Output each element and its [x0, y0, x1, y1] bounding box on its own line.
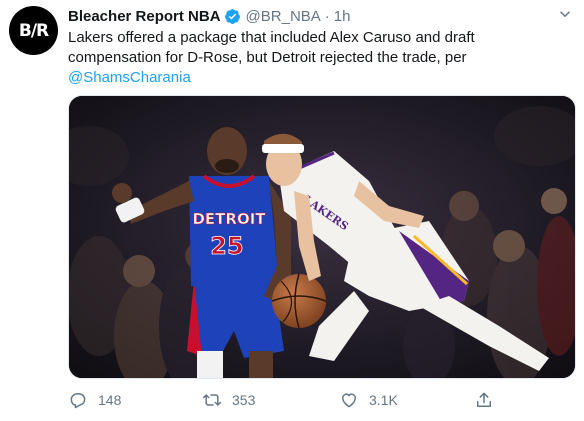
pistons-jersey-team: DETROIT: [192, 210, 266, 228]
retweet-button[interactable]: 353: [202, 390, 255, 410]
like-count: 3.1K: [369, 392, 398, 408]
share-button[interactable]: [474, 390, 494, 410]
pistons-jersey-number: 25: [210, 232, 243, 260]
header-separator: ·: [324, 7, 330, 25]
tweet-actions: 148 353 3.1K: [68, 388, 576, 412]
verified-badge-icon: [224, 8, 241, 25]
basketball-photo: DETROIT 25 LAKERS: [69, 96, 575, 378]
account-handle[interactable]: @BR_NBA: [246, 8, 321, 25]
tweet-header: Bleacher Report NBA @BR_NBA · 1h: [68, 5, 576, 27]
retweet-count: 353: [232, 392, 256, 408]
heart-icon: [342, 393, 356, 408]
tweet-timestamp[interactable]: 1h: [334, 8, 351, 25]
reply-button[interactable]: 148: [68, 390, 121, 410]
avatar[interactable]: B/R: [9, 6, 58, 55]
reply-count: 148: [98, 392, 122, 408]
reply-bubble-icon: [70, 393, 86, 409]
retweet-arrows-icon: [202, 394, 222, 406]
tweet-content: Bleacher Report NBA @BR_NBA · 1h Lakers …: [68, 5, 576, 88]
display-name[interactable]: Bleacher Report NBA: [68, 8, 221, 25]
tweet-photo[interactable]: DETROIT 25 LAKERS: [68, 95, 576, 379]
avatar-logo-text: B/R: [18, 20, 49, 41]
share-upload-icon: [477, 392, 491, 407]
mention-link[interactable]: @ShamsCharania: [68, 69, 191, 86]
basketball: [271, 273, 327, 329]
tweet-body: Lakers offered a package that included A…: [68, 29, 475, 66]
tweet-text: Lakers offered a package that included A…: [68, 28, 568, 88]
chevron-down-icon[interactable]: [556, 5, 574, 23]
tweet-card: B/R Bleacher Report NBA @BR_NBA · 1h Lak…: [0, 0, 584, 421]
like-button[interactable]: 3.1K: [339, 390, 398, 410]
